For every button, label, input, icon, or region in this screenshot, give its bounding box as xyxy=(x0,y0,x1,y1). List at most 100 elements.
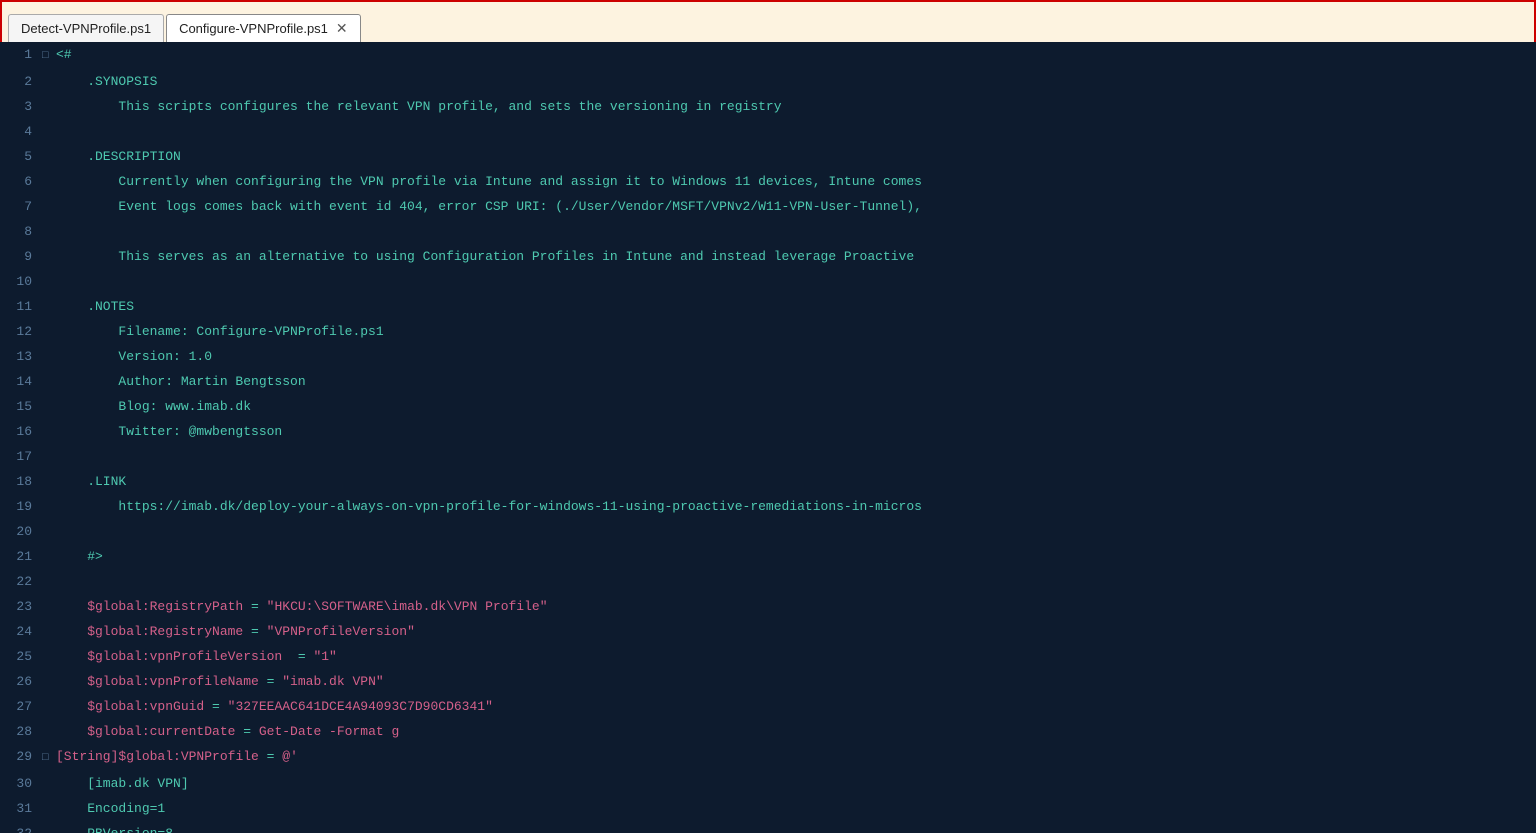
code-content: $global:vpnProfileName = "imab.dk VPN" xyxy=(56,669,384,694)
fold-icon[interactable]: □ xyxy=(42,44,56,69)
code-content: Filename: Configure-VPNProfile.ps1 xyxy=(56,319,384,344)
line-number: 17 xyxy=(0,444,42,469)
code-content: [imab.dk VPN] xyxy=(56,771,189,796)
line-number: 31 xyxy=(0,796,42,821)
code-content: This scripts configures the relevant VPN… xyxy=(56,94,782,119)
line-number: 1 xyxy=(0,42,42,67)
code-line: 21 #> xyxy=(0,544,1536,569)
tab-detect-label: Detect-VPNProfile.ps1 xyxy=(21,21,151,36)
line-number: 23 xyxy=(0,594,42,619)
line-number: 2 xyxy=(0,69,42,94)
code-line: 26 $global:vpnProfileName = "imab.dk VPN… xyxy=(0,669,1536,694)
code-line: 27 $global:vpnGuid = "327EEAAC641DCE4A94… xyxy=(0,694,1536,719)
line-number: 32 xyxy=(0,821,42,833)
code-line: 9 This serves as an alternative to using… xyxy=(0,244,1536,269)
code-line: 15 Blog: www.imab.dk xyxy=(0,394,1536,419)
code-content: .NOTES xyxy=(56,294,134,319)
code-line: 22 xyxy=(0,569,1536,594)
code-line: 28 $global:currentDate = Get-Date -Forma… xyxy=(0,719,1536,744)
line-number: 4 xyxy=(0,119,42,144)
line-number: 15 xyxy=(0,394,42,419)
code-content: .SYNOPSIS xyxy=(56,69,157,94)
line-number: 19 xyxy=(0,494,42,519)
code-content: Currently when configuring the VPN profi… xyxy=(56,169,922,194)
code-line: 5 .DESCRIPTION xyxy=(0,144,1536,169)
line-number: 9 xyxy=(0,244,42,269)
line-number: 10 xyxy=(0,269,42,294)
code-content: Version: 1.0 xyxy=(56,344,212,369)
tab-detect[interactable]: Detect-VPNProfile.ps1 xyxy=(8,14,164,42)
line-number: 24 xyxy=(0,619,42,644)
line-number: 12 xyxy=(0,319,42,344)
code-content: Twitter: @mwbengtsson xyxy=(56,419,282,444)
line-number: 21 xyxy=(0,544,42,569)
code-content: $global:RegistryPath = "HKCU:\SOFTWARE\i… xyxy=(56,594,548,619)
code-content: $global:vpnProfileVersion = "1" xyxy=(56,644,337,669)
code-line: 7 Event logs comes back with event id 40… xyxy=(0,194,1536,219)
line-number: 14 xyxy=(0,369,42,394)
close-icon[interactable]: ✕ xyxy=(336,20,348,37)
code-line: 8 xyxy=(0,219,1536,244)
code-content: [String]$global:VPNProfile = @' xyxy=(56,744,298,769)
line-number: 16 xyxy=(0,419,42,444)
tab-bar: Detect-VPNProfile.ps1 Configure-VPNProfi… xyxy=(0,0,1536,42)
code-content: PBVersion=8 xyxy=(56,821,173,833)
line-number: 5 xyxy=(0,144,42,169)
code-line: 20 xyxy=(0,519,1536,544)
code-content: https://imab.dk/deploy-your-always-on-vp… xyxy=(56,494,922,519)
line-number: 27 xyxy=(0,694,42,719)
line-number: 28 xyxy=(0,719,42,744)
code-content: $global:vpnGuid = "327EEAAC641DCE4A94093… xyxy=(56,694,493,719)
code-line: 10 xyxy=(0,269,1536,294)
code-line: 14 Author: Martin Bengtsson xyxy=(0,369,1536,394)
code-line: 2 .SYNOPSIS xyxy=(0,69,1536,94)
line-number: 3 xyxy=(0,94,42,119)
code-line: 31 Encoding=1 xyxy=(0,796,1536,821)
line-number: 25 xyxy=(0,644,42,669)
code-line: 11 .NOTES xyxy=(0,294,1536,319)
line-number: 7 xyxy=(0,194,42,219)
code-content: Event logs comes back with event id 404,… xyxy=(56,194,922,219)
code-line: 13 Version: 1.0 xyxy=(0,344,1536,369)
code-content: .DESCRIPTION xyxy=(56,144,181,169)
code-line: 19 https://imab.dk/deploy-your-always-on… xyxy=(0,494,1536,519)
code-content: .LINK xyxy=(56,469,126,494)
code-content: $global:RegistryName = "VPNProfileVersio… xyxy=(56,619,415,644)
line-number: 20 xyxy=(0,519,42,544)
line-number: 11 xyxy=(0,294,42,319)
line-number: 13 xyxy=(0,344,42,369)
code-line: 32 PBVersion=8 xyxy=(0,821,1536,833)
line-number: 29 xyxy=(0,744,42,769)
code-content: This serves as an alternative to using C… xyxy=(56,244,914,269)
code-line: 18 .LINK xyxy=(0,469,1536,494)
line-number: 18 xyxy=(0,469,42,494)
code-line: 3 This scripts configures the relevant V… xyxy=(0,94,1536,119)
code-content: Encoding=1 xyxy=(56,796,165,821)
code-line: 25 $global:vpnProfileVersion = "1" xyxy=(0,644,1536,669)
code-content: <# xyxy=(56,42,72,67)
line-number: 22 xyxy=(0,569,42,594)
code-line: 16 Twitter: @mwbengtsson xyxy=(0,419,1536,444)
line-number: 8 xyxy=(0,219,42,244)
code-content: $global:currentDate = Get-Date -Format g xyxy=(56,719,399,744)
code-line: 23 $global:RegistryPath = "HKCU:\SOFTWAR… xyxy=(0,594,1536,619)
line-number: 26 xyxy=(0,669,42,694)
line-number: 30 xyxy=(0,771,42,796)
code-content: Blog: www.imab.dk xyxy=(56,394,251,419)
code-line: 24 $global:RegistryName = "VPNProfileVer… xyxy=(0,619,1536,644)
line-number: 6 xyxy=(0,169,42,194)
code-line: 12 Filename: Configure-VPNProfile.ps1 xyxy=(0,319,1536,344)
code-line: 6 Currently when configuring the VPN pro… xyxy=(0,169,1536,194)
tab-configure[interactable]: Configure-VPNProfile.ps1 ✕ xyxy=(166,14,361,42)
code-content: Author: Martin Bengtsson xyxy=(56,369,306,394)
editor: 1□<#2 .SYNOPSIS3 This scripts configures… xyxy=(0,42,1536,833)
code-line: 17 xyxy=(0,444,1536,469)
code-line: 1□<# xyxy=(0,42,1536,69)
fold-icon[interactable]: □ xyxy=(42,746,56,771)
tab-configure-label: Configure-VPNProfile.ps1 xyxy=(179,21,328,36)
code-line: 29□[String]$global:VPNProfile = @' xyxy=(0,744,1536,771)
code-lines: 1□<#2 .SYNOPSIS3 This scripts configures… xyxy=(0,42,1536,833)
code-line: 30 [imab.dk VPN] xyxy=(0,771,1536,796)
code-line: 4 xyxy=(0,119,1536,144)
code-content: #> xyxy=(56,544,103,569)
